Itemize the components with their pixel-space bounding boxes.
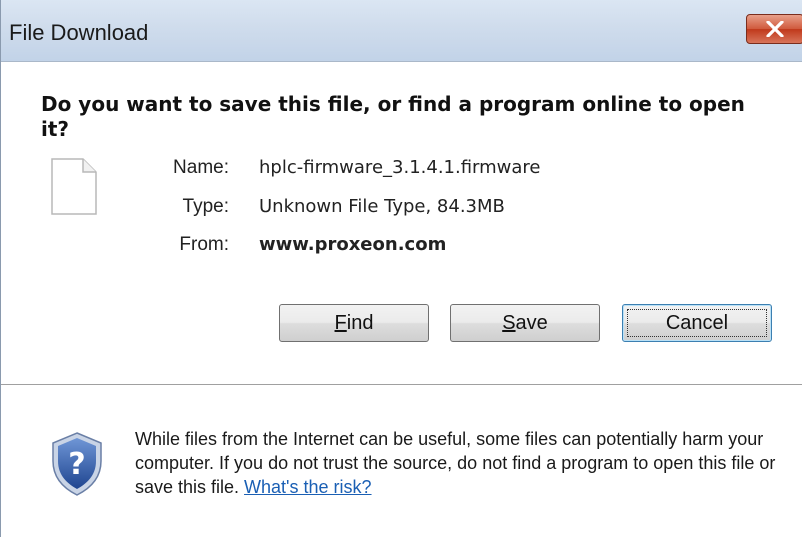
file-from-label: From: [179, 234, 229, 255]
prompt-question: Do you want to save this file, or find a… [41, 92, 745, 141]
save-label: ave [515, 312, 548, 334]
find-label: ind [346, 312, 374, 334]
close-icon [766, 21, 784, 37]
security-footer: ? While files from the Internet can be u… [1, 385, 802, 537]
help-shield-icon: ? [52, 432, 102, 496]
file-type-value: Unknown File Type, 84.3MB [259, 196, 505, 217]
file-name-label: Name: [173, 157, 229, 178]
title-bar[interactable]: File Download [1, 0, 802, 62]
dialog-content: Do you want to save this file, or find a… [1, 62, 802, 384]
file-download-dialog: File Download Do you want to save this f… [0, 0, 802, 537]
close-button[interactable] [746, 14, 802, 44]
find-button[interactable]: Find [279, 304, 429, 342]
file-name-value: hplc-firmware_3.1.4.1.firmware [259, 157, 541, 178]
save-accel-letter: S [502, 312, 516, 334]
file-from-value: www.proxeon.com [259, 234, 447, 255]
focus-ring [627, 309, 767, 337]
svg-text:?: ? [68, 447, 85, 482]
whats-the-risk-link[interactable]: What's the risk? [244, 477, 371, 497]
file-type-label: Type: [182, 196, 229, 217]
cancel-button[interactable]: Cancel [622, 304, 772, 342]
window-title: File Download [9, 20, 149, 45]
find-accel-letter: F [334, 312, 347, 334]
security-warning: While files from the Internet can be use… [135, 427, 785, 499]
warning-text: While files from the Internet can be use… [135, 429, 776, 497]
save-button[interactable]: Save [450, 304, 600, 342]
